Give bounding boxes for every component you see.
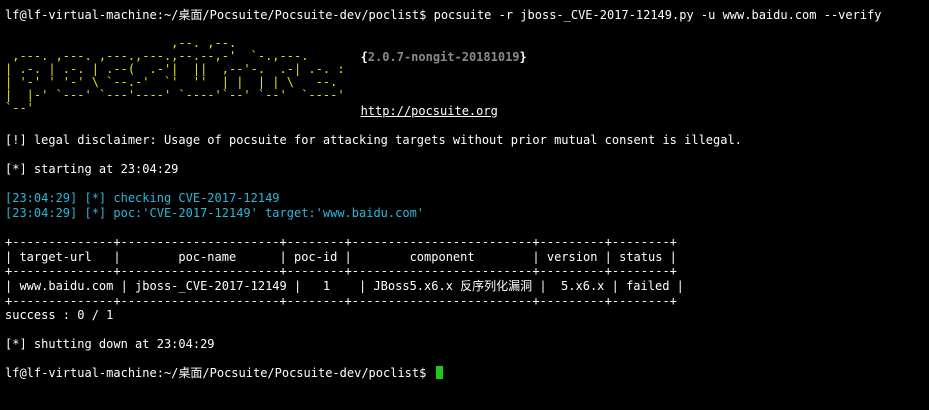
table-border-top: +--------------+----------------------+-… bbox=[5, 235, 677, 250]
shell-prompt: lf@lf-virtual-machine:~/桌面/Pocsuite/Pocs… bbox=[5, 8, 427, 22]
banner-info: {2.0.7-nongit-20181019} http://pocsuite.… bbox=[361, 37, 527, 118]
disclaimer-line: [!] legal disclaimer: Usage of pocsuite … bbox=[5, 132, 742, 147]
final-prompt-line[interactable]: lf@lf-virtual-machine:~/桌面/Pocsuite/Pocs… bbox=[5, 366, 929, 381]
terminal-cursor bbox=[435, 366, 443, 380]
starting-line: [*] starting at 23:04:29 bbox=[5, 162, 179, 177]
banner: ,--. ,--. ,---. ,---. ,---.,---.,--.--,-… bbox=[5, 37, 929, 118]
checking-line: [23:04:29] [*] checking CVE-2017-12149 bbox=[5, 191, 280, 206]
table-border-bottom: +--------------+----------------------+-… bbox=[5, 293, 677, 308]
table-border-mid: +--------------+----------------------+-… bbox=[5, 264, 677, 279]
table-row: | www.baidu.com | jboss-_CVE-2017-12149 … bbox=[5, 278, 684, 293]
version-label: {2.0.7-nongit-20181019} bbox=[360, 50, 527, 65]
poc-target-line: [23:04:29] [*] poc:'CVE-2017-12149' targ… bbox=[5, 205, 425, 220]
shutdown-line: [*] shutting down at 23:04:29 bbox=[5, 337, 215, 352]
pocsuite-ascii-logo: ,--. ,--. ,---. ,---. ,---.,---.,--.--,-… bbox=[5, 36, 345, 116]
shell-prompt: lf@lf-virtual-machine:~/桌面/Pocsuite/Pocs… bbox=[5, 366, 427, 381]
website-link[interactable]: http://pocsuite.org bbox=[361, 104, 527, 119]
success-summary: success : 0 / 1 bbox=[5, 308, 114, 323]
results-table: +--------------+----------------------+-… bbox=[5, 235, 929, 308]
command-text: pocsuite -r jboss-_CVE-2017-12149.py -u … bbox=[433, 8, 882, 22]
version-number: 2.0.7-nongit-20181019 bbox=[367, 50, 520, 65]
table-header-row: | target-url | poc-name | poc-id | compo… bbox=[5, 249, 677, 264]
terminal-window[interactable]: lf@lf-virtual-machine:~/桌面/Pocsuite/Pocs… bbox=[0, 0, 929, 410]
command-line: lf@lf-virtual-machine:~/桌面/Pocsuite/Pocs… bbox=[5, 8, 929, 23]
